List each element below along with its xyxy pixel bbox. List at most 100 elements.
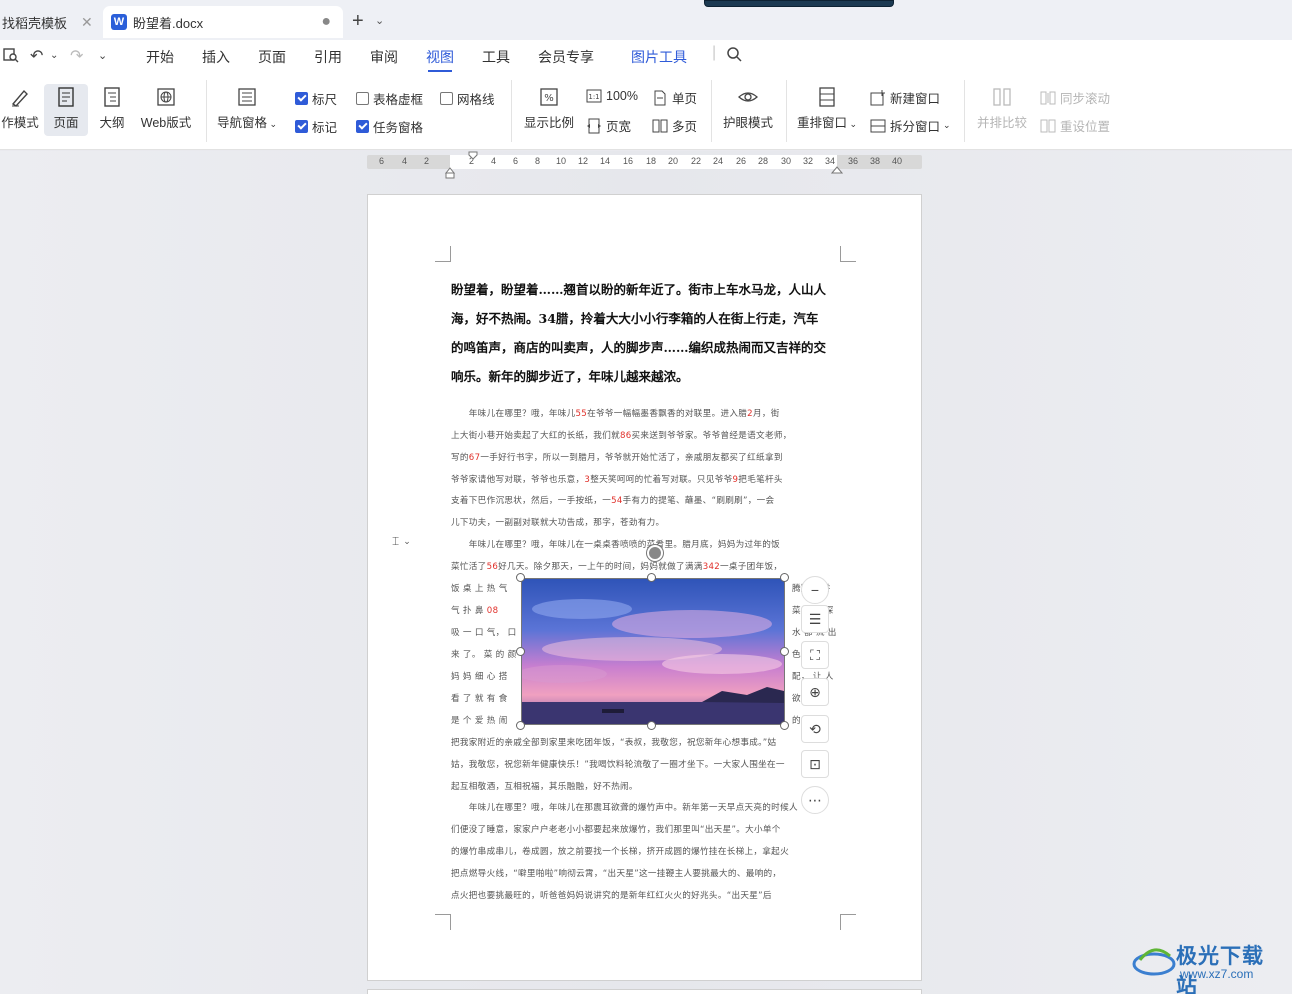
rotate-picture-button[interactable]: ⟲ (801, 715, 829, 743)
menu-page[interactable]: 页面 (258, 47, 286, 67)
checkbox-checked-icon[interactable] (356, 120, 369, 133)
undo-icon[interactable]: ↶ (30, 46, 43, 66)
ruler-number: 6 (513, 156, 519, 166)
menu-insert[interactable]: 插入 (202, 47, 230, 67)
body-line: 菜忙活了56好几天。除夕那天，一上午的时间，妈妈就做了满满342一桌子团年饭， (451, 562, 783, 572)
extract-text-button[interactable]: ⊡ (801, 750, 829, 778)
right-indent-marker-icon[interactable] (831, 163, 843, 175)
ruler-number: 2 (424, 156, 430, 166)
table-gridlines-label: 表格虚框 (373, 93, 424, 107)
rotate-handle-icon[interactable] (647, 545, 663, 561)
rearrange-window-button[interactable]: 重排窗口 ⌄ (796, 86, 858, 131)
resize-handle[interactable] (516, 647, 525, 656)
menu-view[interactable]: 视图 (426, 47, 454, 72)
globe-icon (157, 88, 175, 106)
body-line: 看 了 就 有 食 (451, 694, 508, 704)
site-watermark: 极光下载站 www.xz7.com (1132, 940, 1282, 994)
zoom-picture-button[interactable]: ⊕ (801, 678, 829, 706)
multi-page-label: 多页 (672, 120, 698, 134)
checkbox-icon[interactable] (356, 92, 369, 105)
web-view-button[interactable]: Web版式 (138, 86, 194, 131)
write-mode-button[interactable]: 作模式 (0, 86, 40, 131)
zoom-100-button[interactable]: 1:1 100% (586, 88, 638, 104)
search-icon[interactable] (726, 46, 743, 68)
crop-button[interactable]: ⛶ (801, 641, 829, 669)
document-page[interactable]: 盼望着，盼望着……翘首以盼的新年近了。街市上车水马龙，人山人 海，好不热闹。34… (367, 194, 922, 981)
tab-template[interactable]: 找稻壳模板 ✕ (0, 6, 98, 38)
resize-handle[interactable] (780, 573, 789, 582)
divider (964, 80, 965, 142)
menu-home[interactable]: 开始 (146, 47, 174, 67)
eye-mode-button[interactable]: 护眼模式 (720, 86, 776, 131)
more-options-button[interactable]: ⋯ (801, 786, 829, 814)
ruler-number: 14 (600, 156, 611, 166)
resize-handle[interactable] (780, 721, 789, 730)
page-width-button[interactable]: 页宽 (586, 116, 631, 135)
wrap-text-icon: ☰ (808, 610, 822, 627)
mark-checkbox[interactable]: 标记 (295, 117, 337, 136)
new-window-button[interactable]: 新建窗口 (870, 88, 940, 107)
split-window-button[interactable]: 拆分窗口 ⌄ (870, 116, 951, 135)
paragraph-layout-tool[interactable]: ⌶ ⌄ (392, 534, 411, 549)
body-line: 起互相敬酒，互相祝福，其乐融融，好不热闹。 (451, 782, 638, 792)
checkbox-checked-icon[interactable] (295, 92, 308, 105)
nav-pane-button[interactable]: 导航窗格 ⌄ (216, 86, 278, 131)
gridlines-label: 网格线 (457, 93, 495, 107)
page-view-button[interactable]: 页面 (44, 84, 88, 136)
selected-picture[interactable] (521, 578, 785, 725)
checkbox-checked-icon[interactable] (295, 120, 308, 133)
one-to-one-icon: 1:1 (586, 89, 602, 103)
zoom-label: 显示比例 (523, 116, 574, 130)
single-page-button[interactable]: 单页 (652, 88, 697, 107)
reset-position-button[interactable]: 重设位置 (1040, 116, 1110, 135)
new-tab-plus-icon[interactable]: + (352, 10, 364, 33)
resize-handle[interactable] (516, 573, 525, 582)
menu-picture-tools[interactable]: 图片工具 (631, 47, 687, 67)
chevron-down-icon[interactable]: ⌄ (98, 49, 107, 62)
wrap-text-button[interactable]: ☰ (801, 605, 829, 633)
zoom-button[interactable]: % 显示比例 (520, 86, 578, 131)
outline-view-button[interactable]: 大纲 (94, 86, 130, 131)
tab-template-label: 找稻壳模板 (2, 15, 68, 31)
multi-page-button[interactable]: 多页 (652, 116, 697, 135)
unsaved-dot-icon[interactable]: ● (321, 13, 331, 31)
menu-member[interactable]: 会员专享 (538, 47, 594, 67)
eye-icon (738, 92, 758, 102)
outline-icon (104, 87, 120, 107)
resize-handle[interactable] (516, 721, 525, 730)
close-icon[interactable]: ✕ (81, 14, 93, 31)
side-by-side-button[interactable]: 并排比较 (974, 86, 1030, 131)
zoom-100-label: 100% (606, 89, 638, 103)
menu-reference[interactable]: 引用 (314, 47, 342, 67)
task-pane-checkbox[interactable]: 任务窗格 (356, 117, 423, 136)
table-gridlines-checkbox[interactable]: 表格虚框 (356, 89, 423, 108)
chevron-down-icon[interactable]: ⌄ (50, 50, 58, 61)
body-line: 姑，我敬您，祝您新年健康快乐！”我喝饮料轮流敬了一圈才坐下。一大家人围坐在一 (451, 760, 785, 770)
resize-handle[interactable] (647, 721, 656, 730)
resize-handle[interactable] (647, 573, 656, 582)
sync-scroll-button[interactable]: 同步滚动 (1040, 88, 1110, 107)
ruler-checkbox[interactable]: 标尺 (295, 89, 337, 108)
page-width-icon (587, 118, 601, 133)
body-line: 把我家附近的亲戚全部到家里来吃团年饭，“表叔，我敬您，祝您新年心想事成。”姑 (451, 738, 777, 748)
menu-tools[interactable]: 工具 (482, 47, 510, 67)
title-strip (704, 0, 894, 7)
chevron-down-icon[interactable]: ⌄ (375, 14, 384, 27)
gridlines-checkbox[interactable]: 网格线 (440, 89, 495, 108)
sunset-photo (522, 579, 784, 724)
ruler-number: 22 (691, 156, 702, 166)
resize-handle[interactable] (780, 647, 789, 656)
chevron-down-icon: ⌄ (403, 536, 411, 546)
heading-paragraph[interactable]: 盼望着，盼望着……翘首以盼的新年近了。街市上车水马龙，人山人 海，好不热闹。34… (451, 275, 841, 391)
print-preview-icon[interactable] (2, 46, 20, 69)
indent-marker-icon[interactable] (444, 151, 484, 181)
body-line: 把点燃导火线，“噼里啪啦”响彻云霄，“出天星”这一挂鞭主人要挑最大的、最响的， (451, 869, 782, 879)
checkbox-icon[interactable] (440, 92, 453, 105)
sync-scroll-icon (1040, 91, 1056, 104)
menu-review[interactable]: 审阅 (370, 47, 398, 67)
collapse-toolbar-button[interactable]: − (801, 576, 829, 604)
write-mode-label: 作模式 (1, 116, 39, 130)
ruler-number: 8 (535, 156, 541, 166)
tab-document[interactable]: W 盼望着.docx ● (103, 6, 343, 38)
redo-icon[interactable]: ↷ (70, 46, 83, 66)
